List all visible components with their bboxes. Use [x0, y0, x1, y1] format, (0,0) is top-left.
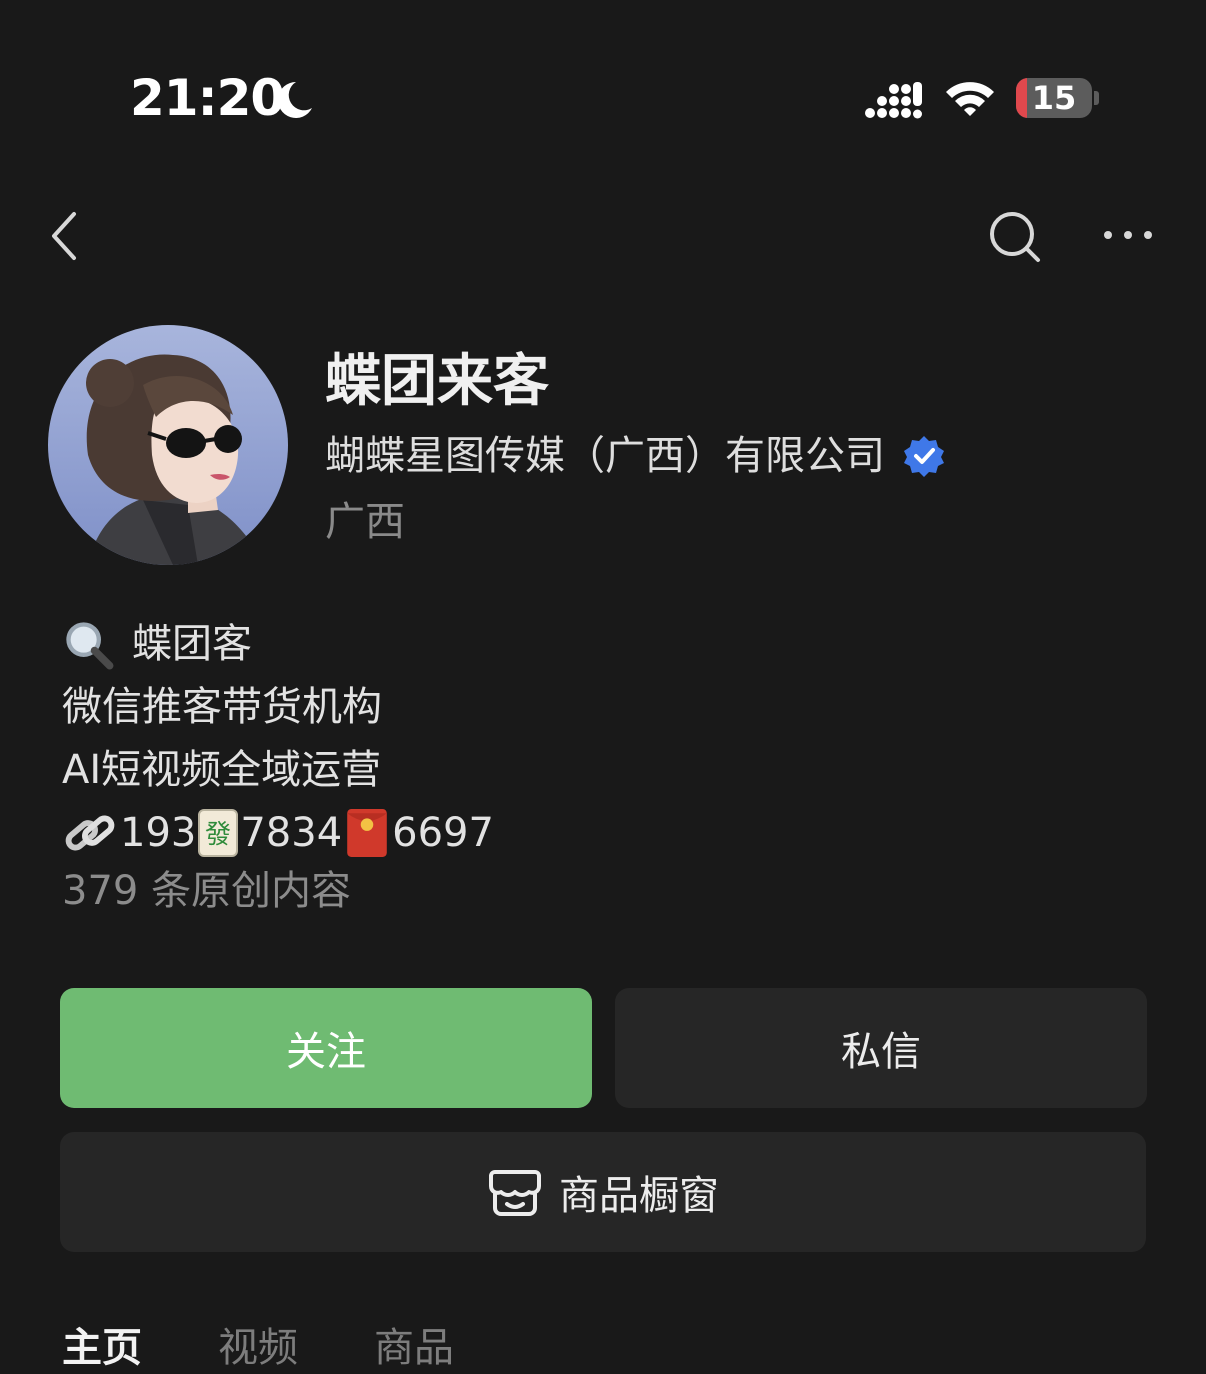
bio-line: 微信推客带货机构	[62, 675, 494, 738]
signal-icon	[865, 82, 922, 119]
profile-tabs: 主页 视频 商品	[62, 1322, 530, 1374]
bio-line: AI短视频全域运营	[62, 738, 494, 801]
company-row[interactable]: 蝴蝶星图传媒（广西）有限公司	[325, 430, 945, 482]
message-button[interactable]: 私信	[615, 988, 1147, 1108]
mahjong-emoji-icon: 發	[198, 808, 239, 857]
company-name: 蝴蝶星图传媒（广西）有限公司	[325, 433, 885, 479]
magnifier-emoji-icon	[66, 621, 114, 669]
bio-line-3: AI短视频全域运营	[62, 746, 382, 793]
bio: 蝶团客 微信推客带货机构 AI短视频全域运营 193 發 7834 6697	[62, 612, 494, 864]
bio-contact-line: 193 發 7834 6697	[62, 801, 494, 864]
contact-part-1: 193	[120, 809, 197, 856]
battery-icon: 15	[1016, 78, 1100, 118]
bio-line: 蝶团客	[62, 612, 494, 675]
svg-text:發: 發	[205, 820, 231, 850]
link-emoji-icon	[65, 815, 115, 850]
tab-videos[interactable]: 视频	[218, 1322, 298, 1374]
contact-part-2: 7834	[240, 809, 343, 856]
battery-level: 15	[1031, 79, 1077, 117]
contact-part-3: 6697	[392, 809, 494, 856]
bio-line-1: 蝶团客	[132, 620, 252, 667]
profile-name: 蝶团来客	[325, 349, 549, 414]
more-icon[interactable]	[1100, 220, 1156, 250]
shop-window-button[interactable]: 商品橱窗	[60, 1132, 1146, 1252]
follow-button[interactable]: 关注	[60, 988, 592, 1108]
back-icon[interactable]	[44, 208, 88, 264]
moon-icon	[277, 81, 312, 118]
tab-products[interactable]: 商品	[374, 1322, 454, 1374]
avatar[interactable]	[48, 325, 288, 565]
shop-window-label: 商品橱窗	[559, 1173, 719, 1219]
wifi-icon	[946, 82, 994, 116]
tab-home[interactable]: 主页	[62, 1322, 142, 1374]
shop-window-icon	[489, 1170, 541, 1216]
search-icon[interactable]	[986, 208, 1042, 264]
red-envelope-emoji-icon	[347, 808, 387, 857]
original-content-count: 379 条原创内容	[62, 868, 352, 914]
status-time: 21:20	[130, 69, 285, 127]
region: 广西	[325, 499, 405, 545]
verified-icon	[904, 436, 944, 477]
bio-line-2: 微信推客带货机构	[62, 683, 382, 730]
